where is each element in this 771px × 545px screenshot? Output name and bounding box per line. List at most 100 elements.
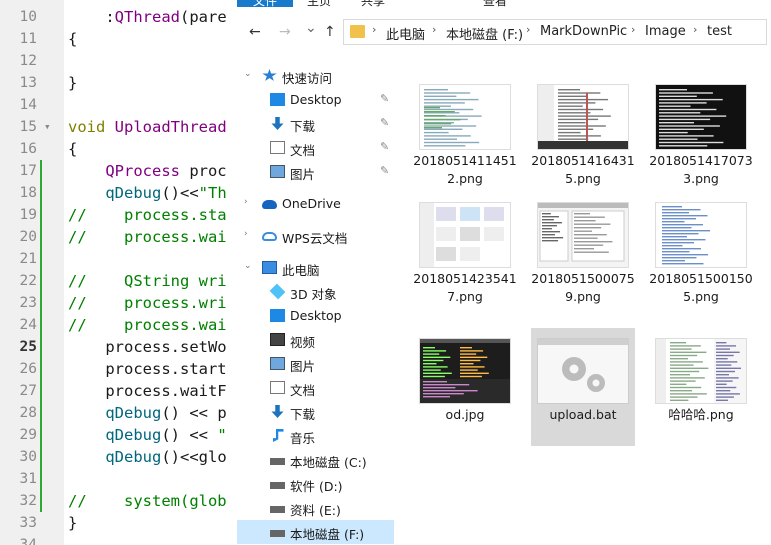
- file-item[interactable]: 20180514164315.png: [531, 74, 635, 192]
- nav-item-label: 下载: [290, 407, 316, 422]
- nav-item-computer[interactable]: ⌄ 此电脑: [237, 256, 394, 280]
- file-item[interactable]: 20180514114512.png: [413, 74, 517, 192]
- code-text: // process.wai: [68, 226, 227, 248]
- nav-item-wps-cloud[interactable]: › WPS云文档: [237, 224, 394, 248]
- file-item[interactable]: 20180515001505.png: [649, 192, 753, 310]
- nav-item-3d-objects[interactable]: 3D 对象: [237, 280, 394, 304]
- nav-item-drive[interactable]: 本地磁盘 (F:): [237, 520, 394, 544]
- file-item[interactable]: od.jpg: [413, 328, 517, 446]
- star-icon: [262, 69, 277, 81]
- breadcrumb-image[interactable]: Image: [645, 24, 686, 39]
- change-marker: [40, 402, 42, 424]
- file-item[interactable]: upload.bat: [531, 328, 635, 446]
- nav-item-desktop[interactable]: Desktop ✎: [237, 88, 394, 112]
- back-icon[interactable]: ←: [249, 24, 261, 40]
- up-icon[interactable]: ↑: [324, 24, 336, 40]
- change-marker: [40, 292, 42, 314]
- line-number: 16: [19, 141, 37, 157]
- change-marker: [40, 204, 42, 226]
- line-number: 13: [19, 75, 37, 91]
- expand-chevron-icon[interactable]: ⌄: [244, 261, 252, 271]
- nav-item-document[interactable]: 文档: [237, 376, 394, 400]
- pin-icon[interactable]: ✎: [380, 140, 389, 153]
- code-text: qDebug() << ": [68, 424, 226, 446]
- fold-arrow-icon[interactable]: ▾: [44, 116, 51, 138]
- code-token: qDebug: [105, 184, 162, 202]
- tab-view[interactable]: 查看: [483, 0, 507, 7]
- file-name: 20180514164315.png: [531, 153, 635, 186]
- nav-item-label: Desktop: [290, 92, 342, 107]
- ribbon-tabs: 文件 主页 共享 查看: [237, 0, 771, 7]
- expand-chevron-icon[interactable]: ⌄: [244, 69, 252, 79]
- pin-icon[interactable]: ✎: [380, 164, 389, 177]
- code-token: qDebug: [105, 426, 162, 444]
- code-text: :QThread(pare: [68, 6, 226, 28]
- tab-share[interactable]: 共享: [361, 0, 385, 7]
- code-text: // QString wri: [68, 270, 227, 292]
- chevron-right-icon[interactable]: ›: [526, 23, 530, 36]
- forward-icon[interactable]: →: [279, 24, 291, 40]
- code-text: }: [68, 512, 77, 534]
- chevron-right-icon[interactable]: ›: [372, 23, 376, 36]
- code-token: void: [68, 118, 106, 136]
- breadcrumb-this-pc[interactable]: 此电脑: [386, 24, 425, 43]
- 3d-objects-icon: [269, 283, 286, 300]
- file-item[interactable]: 20180514170733.png: [649, 74, 753, 192]
- nav-item-label: 音乐: [290, 431, 316, 446]
- code-text: qDebug() << p: [68, 402, 226, 424]
- pin-icon[interactable]: ✎: [380, 116, 389, 129]
- change-marker: [40, 380, 42, 402]
- file-item[interactable]: 20180515000759.png: [531, 192, 635, 310]
- nav-item-star[interactable]: ⌄ 快速访问: [237, 64, 394, 88]
- drive-icon: [270, 506, 285, 513]
- change-marker: [40, 336, 42, 358]
- line-number: 20: [19, 229, 37, 245]
- recent-locations-icon[interactable]: ⌄: [305, 20, 317, 36]
- code-token: "Th: [198, 184, 227, 202]
- nav-item-document[interactable]: 文档 ✎: [237, 136, 394, 160]
- line-number: 31: [19, 471, 37, 487]
- nav-item-video[interactable]: 视频: [237, 328, 394, 352]
- nav-item-cloud[interactable]: › OneDrive: [237, 192, 394, 216]
- code-token: QProcess: [105, 162, 180, 180]
- code-token: ()<<: [161, 184, 199, 202]
- chevron-right-icon[interactable]: ›: [693, 23, 697, 36]
- nav-item-label: 文档: [290, 143, 316, 158]
- breadcrumb-markdownpic[interactable]: MarkDownPic: [540, 24, 627, 39]
- nav-item-label: WPS云文档: [282, 231, 348, 246]
- nav-item-download[interactable]: 下载 ✎: [237, 112, 394, 136]
- nav-item-label: 3D 对象: [290, 287, 337, 302]
- code-token: qDebug: [105, 448, 162, 466]
- video-icon: [270, 333, 285, 346]
- line-number: 15: [19, 119, 37, 135]
- expand-chevron-icon[interactable]: ›: [244, 229, 248, 239]
- code-text: }: [68, 72, 77, 94]
- nav-item-picture[interactable]: 图片: [237, 352, 394, 376]
- file-item[interactable]: 哈哈哈.png: [649, 328, 753, 446]
- image-thumbnail: [419, 338, 511, 404]
- pin-icon[interactable]: ✎: [380, 92, 389, 105]
- nav-item-picture[interactable]: 图片 ✎: [237, 160, 394, 184]
- file-item[interactable]: 20180514235417.png: [413, 192, 517, 310]
- chevron-right-icon[interactable]: ›: [631, 23, 635, 36]
- expand-chevron-icon[interactable]: ›: [244, 197, 248, 207]
- code-text: qDebug()<<glo: [68, 446, 226, 468]
- change-marker: [40, 424, 42, 446]
- breadcrumb-drive-f[interactable]: 本地磁盘 (F:): [446, 24, 523, 43]
- nav-item-music[interactable]: 音乐: [237, 424, 394, 448]
- nav-item-drive[interactable]: 本地磁盘 (C:): [237, 448, 394, 472]
- chevron-right-icon[interactable]: ›: [432, 23, 436, 36]
- desktop-icon: [270, 93, 285, 106]
- nav-item-drive[interactable]: 软件 (D:): [237, 472, 394, 496]
- breadcrumb-test[interactable]: test: [707, 24, 732, 39]
- address-bar[interactable]: › 此电脑 › 本地磁盘 (F:) › MarkDownPic › Image …: [343, 19, 767, 45]
- line-number: 12: [19, 53, 37, 69]
- tab-home[interactable]: 主页: [307, 0, 331, 7]
- nav-item-drive[interactable]: 资料 (E:): [237, 496, 394, 520]
- line-number: 21: [19, 251, 37, 267]
- tab-file[interactable]: 文件: [237, 0, 293, 7]
- nav-item-download[interactable]: 下载: [237, 400, 394, 424]
- nav-item-desktop[interactable]: Desktop: [237, 304, 394, 328]
